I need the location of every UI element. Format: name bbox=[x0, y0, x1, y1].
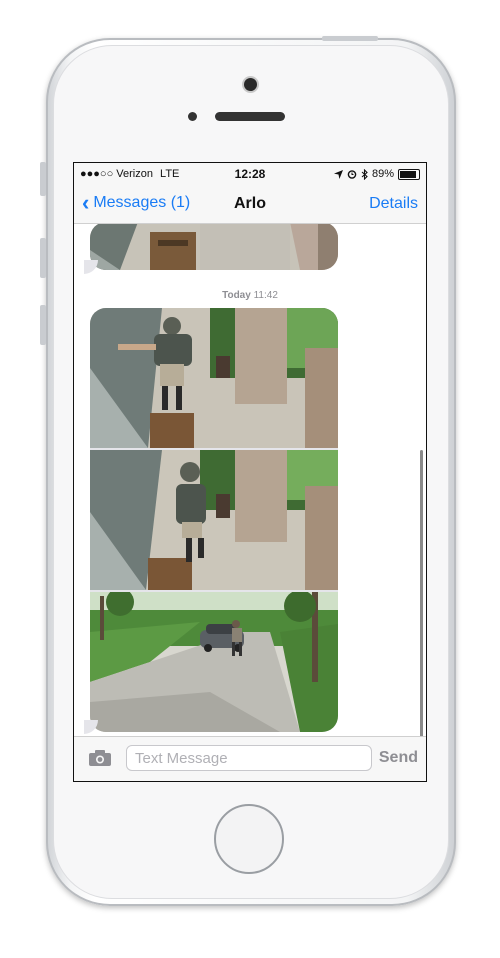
battery-fill bbox=[400, 170, 417, 178]
power-button bbox=[322, 36, 378, 41]
message-image-snapshots[interactable] bbox=[90, 308, 338, 732]
earpiece-speaker bbox=[215, 112, 285, 121]
volume-up-button bbox=[40, 238, 46, 278]
front-camera bbox=[244, 78, 257, 91]
snapshot-visitor-at-door bbox=[90, 308, 338, 448]
send-button[interactable]: Send bbox=[379, 749, 418, 767]
message-placeholder: Text Message bbox=[135, 750, 228, 767]
camera-icon[interactable] bbox=[88, 749, 112, 767]
bubble-tail bbox=[84, 260, 98, 274]
message-image-previous[interactable] bbox=[90, 224, 338, 270]
status-icons: 89% bbox=[333, 168, 420, 180]
status-bar: ●●●○○ Verizon LTE 12:28 89% bbox=[74, 163, 426, 185]
screen: ●●●○○ Verizon LTE 12:28 89% ‹ Messages (… bbox=[73, 162, 427, 782]
mute-switch bbox=[40, 162, 46, 196]
battery-percent: 89% bbox=[371, 168, 394, 180]
message-thread[interactable]: Today 11:42 bbox=[74, 224, 426, 738]
battery-icon bbox=[398, 168, 420, 180]
details-button[interactable]: Details bbox=[369, 195, 418, 213]
message-timestamp: Today 11:42 bbox=[74, 290, 426, 301]
home-button[interactable] bbox=[214, 804, 284, 874]
scroll-indicator[interactable] bbox=[420, 450, 423, 738]
snapshot-driveway bbox=[90, 592, 338, 732]
doorway-photo bbox=[90, 224, 338, 270]
timestamp-time: 11:42 bbox=[253, 290, 278, 301]
snapshot-visitor-leaving bbox=[90, 450, 338, 590]
bluetooth-icon bbox=[361, 168, 368, 180]
message-input-bar: Text Message Send bbox=[74, 736, 426, 781]
proximity-sensor bbox=[188, 112, 197, 121]
location-arrow-icon bbox=[333, 169, 343, 179]
volume-down-button bbox=[40, 305, 46, 345]
navigation-bar: ‹ Messages (1) Arlo Details bbox=[74, 185, 426, 224]
message-text-field[interactable]: Text Message bbox=[126, 745, 372, 771]
timestamp-day: Today bbox=[222, 290, 251, 301]
alarm-clock-icon bbox=[347, 170, 357, 179]
